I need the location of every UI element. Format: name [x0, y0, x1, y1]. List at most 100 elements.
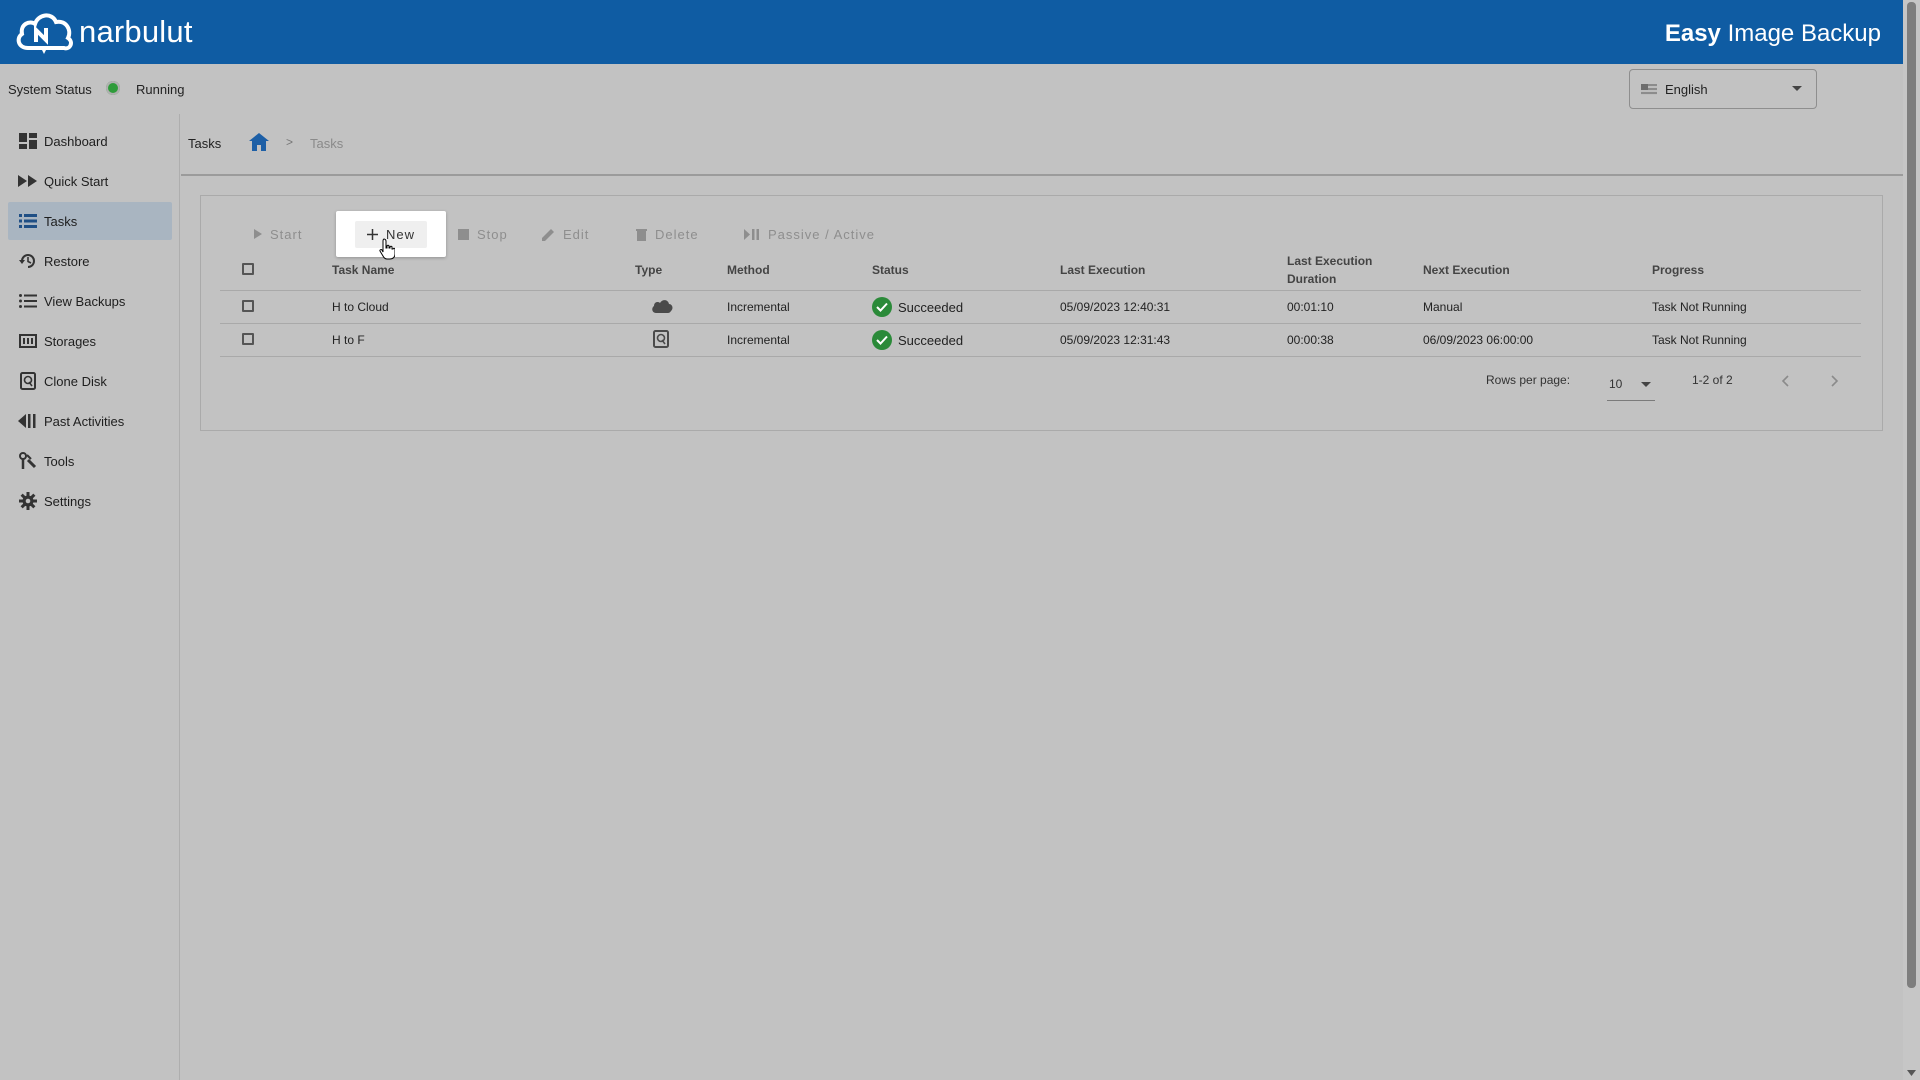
sidebar-item-label: Storages [44, 333, 97, 349]
progress-cell: Task Not Running [1652, 290, 1861, 324]
header-type[interactable]: Type [635, 250, 727, 291]
sidebar-item-restore[interactable]: Restore [8, 242, 172, 280]
rows-per-page-label: Rows per page: [1486, 373, 1571, 387]
cloud-icon [651, 299, 673, 316]
brand-name: narbulut [79, 14, 193, 49]
rows-per-page-value: 10 [1609, 377, 1623, 391]
fast-forward-icon [18, 172, 38, 190]
header-next-execution[interactable]: Next Execution [1423, 250, 1652, 291]
type-cell [635, 290, 727, 324]
play-pause-icon [744, 228, 760, 240]
sidebar-item-view-backups[interactable]: View Backups [8, 282, 172, 320]
status-text: Succeeded [898, 332, 964, 348]
next-execution-cell: 06/09/2023 06:00:00 [1423, 323, 1652, 357]
check-circle-icon [872, 330, 892, 350]
task-name: H to F [332, 323, 635, 357]
language-selected: English [1665, 81, 1708, 97]
progress-cell: Task Not Running [1652, 323, 1861, 357]
select-all-cell [220, 250, 332, 291]
header-task-name[interactable]: Task Name [332, 250, 635, 291]
sidebar: Dashboard Quick Start Tasks Restore View… [0, 114, 180, 1080]
hand-cursor-icon [379, 238, 395, 260]
sidebar-item-label: Clone Disk [44, 373, 107, 389]
sidebar-item-past-activities[interactable]: Past Activities [8, 402, 172, 440]
top-header: narbulut Easy Image Backup [0, 0, 1903, 64]
play-icon [254, 229, 262, 239]
next-page-icon[interactable] [1831, 374, 1839, 392]
breadcrumb-current: Tasks [310, 136, 344, 151]
language-select[interactable]: English [1629, 69, 1817, 109]
tools-icon [18, 452, 38, 470]
row-checkbox[interactable] [242, 332, 254, 345]
gear-icon [18, 492, 38, 510]
trash-icon [636, 228, 647, 241]
select-all-checkbox[interactable] [242, 262, 254, 275]
delete-label: Delete [655, 226, 699, 242]
header-duration-line1: Last Execution [1287, 254, 1373, 268]
header-status[interactable]: Status [872, 250, 1060, 291]
table-row[interactable]: H to F Incremental Succeeded 05/09/2023 … [220, 323, 1861, 357]
pencil-icon [542, 228, 555, 241]
header-method[interactable]: Method [727, 250, 872, 291]
home-icon[interactable] [249, 133, 269, 156]
header-duration-line2: Duration [1287, 272, 1337, 286]
stop-icon [458, 228, 469, 240]
rows-per-page-select[interactable]: 10 [1607, 368, 1655, 401]
edit-label: Edit [563, 226, 590, 242]
duration-cell: 00:01:10 [1287, 290, 1423, 324]
sidebar-item-clone-disk[interactable]: Clone Disk [8, 362, 172, 400]
status-cell: Succeeded [872, 323, 1060, 357]
header-progress[interactable]: Progress [1652, 250, 1861, 291]
sidebar-item-label: Tasks [44, 213, 78, 229]
last-execution-cell: 05/09/2023 12:31:43 [1060, 323, 1287, 357]
check-circle-icon [872, 297, 892, 317]
sidebar-item-settings[interactable]: Settings [8, 482, 172, 520]
sidebar-item-tools[interactable]: Tools [8, 442, 172, 480]
sidebar-item-tasks[interactable]: Tasks [8, 202, 172, 240]
sidebar-item-storages[interactable]: Storages [8, 322, 172, 360]
disk-icon [653, 329, 669, 351]
caret-down-icon [1792, 86, 1802, 91]
page-title: Tasks [188, 136, 222, 151]
start-label: Start [270, 226, 303, 242]
header-last-execution-duration[interactable]: Last Execution Duration [1287, 250, 1423, 291]
sidebar-item-label: View Backups [44, 293, 126, 309]
method-cell: Incremental [727, 323, 872, 357]
rewind-icon [18, 412, 38, 430]
scroll-down-icon[interactable] [1907, 1070, 1916, 1076]
app-title-bold: Easy [1664, 20, 1721, 47]
sidebar-item-quick-start[interactable]: Quick Start [8, 162, 172, 200]
scrollbar-thumb[interactable] [1907, 2, 1916, 988]
header-last-execution[interactable]: Last Execution [1060, 250, 1287, 291]
list-icon [18, 212, 38, 230]
tasks-table: Task Name Type Method Status Last Execut… [220, 250, 1861, 357]
status-text: Succeeded [898, 299, 964, 315]
list-bullets-icon [18, 292, 38, 310]
vertical-scrollbar[interactable] [1903, 0, 1920, 1080]
breadcrumb-separator: > [286, 135, 294, 149]
disk-icon [18, 372, 38, 390]
prev-page-icon[interactable] [1781, 374, 1789, 392]
sidebar-item-label: Settings [44, 493, 91, 509]
app-title: Easy Image Backup [1665, 20, 1881, 48]
row-checkbox[interactable] [242, 299, 254, 312]
task-name: H to Cloud [332, 290, 635, 324]
storage-icon [18, 332, 38, 350]
plus-icon [366, 228, 378, 240]
sidebar-item-label: Tools [44, 453, 75, 469]
sidebar-item-label: Dashboard [44, 133, 108, 149]
app-title-rest: Image Backup [1720, 20, 1881, 47]
table-row[interactable]: H to Cloud Incremental Succeeded 05/09/2… [220, 290, 1861, 324]
brand-logo[interactable]: narbulut [14, 8, 193, 56]
status-indicator-icon [106, 81, 120, 95]
breadcrumb: Tasks > Tasks [181, 114, 1903, 176]
method-cell: Incremental [727, 290, 872, 324]
stop-label: Stop [477, 226, 508, 242]
last-execution-cell: 05/09/2023 12:40:31 [1060, 290, 1287, 324]
caret-down-icon [1641, 382, 1651, 387]
row-select-cell [220, 290, 332, 324]
row-select-cell [220, 323, 332, 357]
status-bar: System Status Running English [0, 64, 1903, 114]
sidebar-item-dashboard[interactable]: Dashboard [8, 122, 172, 160]
sidebar-item-label: Past Activities [44, 413, 125, 429]
